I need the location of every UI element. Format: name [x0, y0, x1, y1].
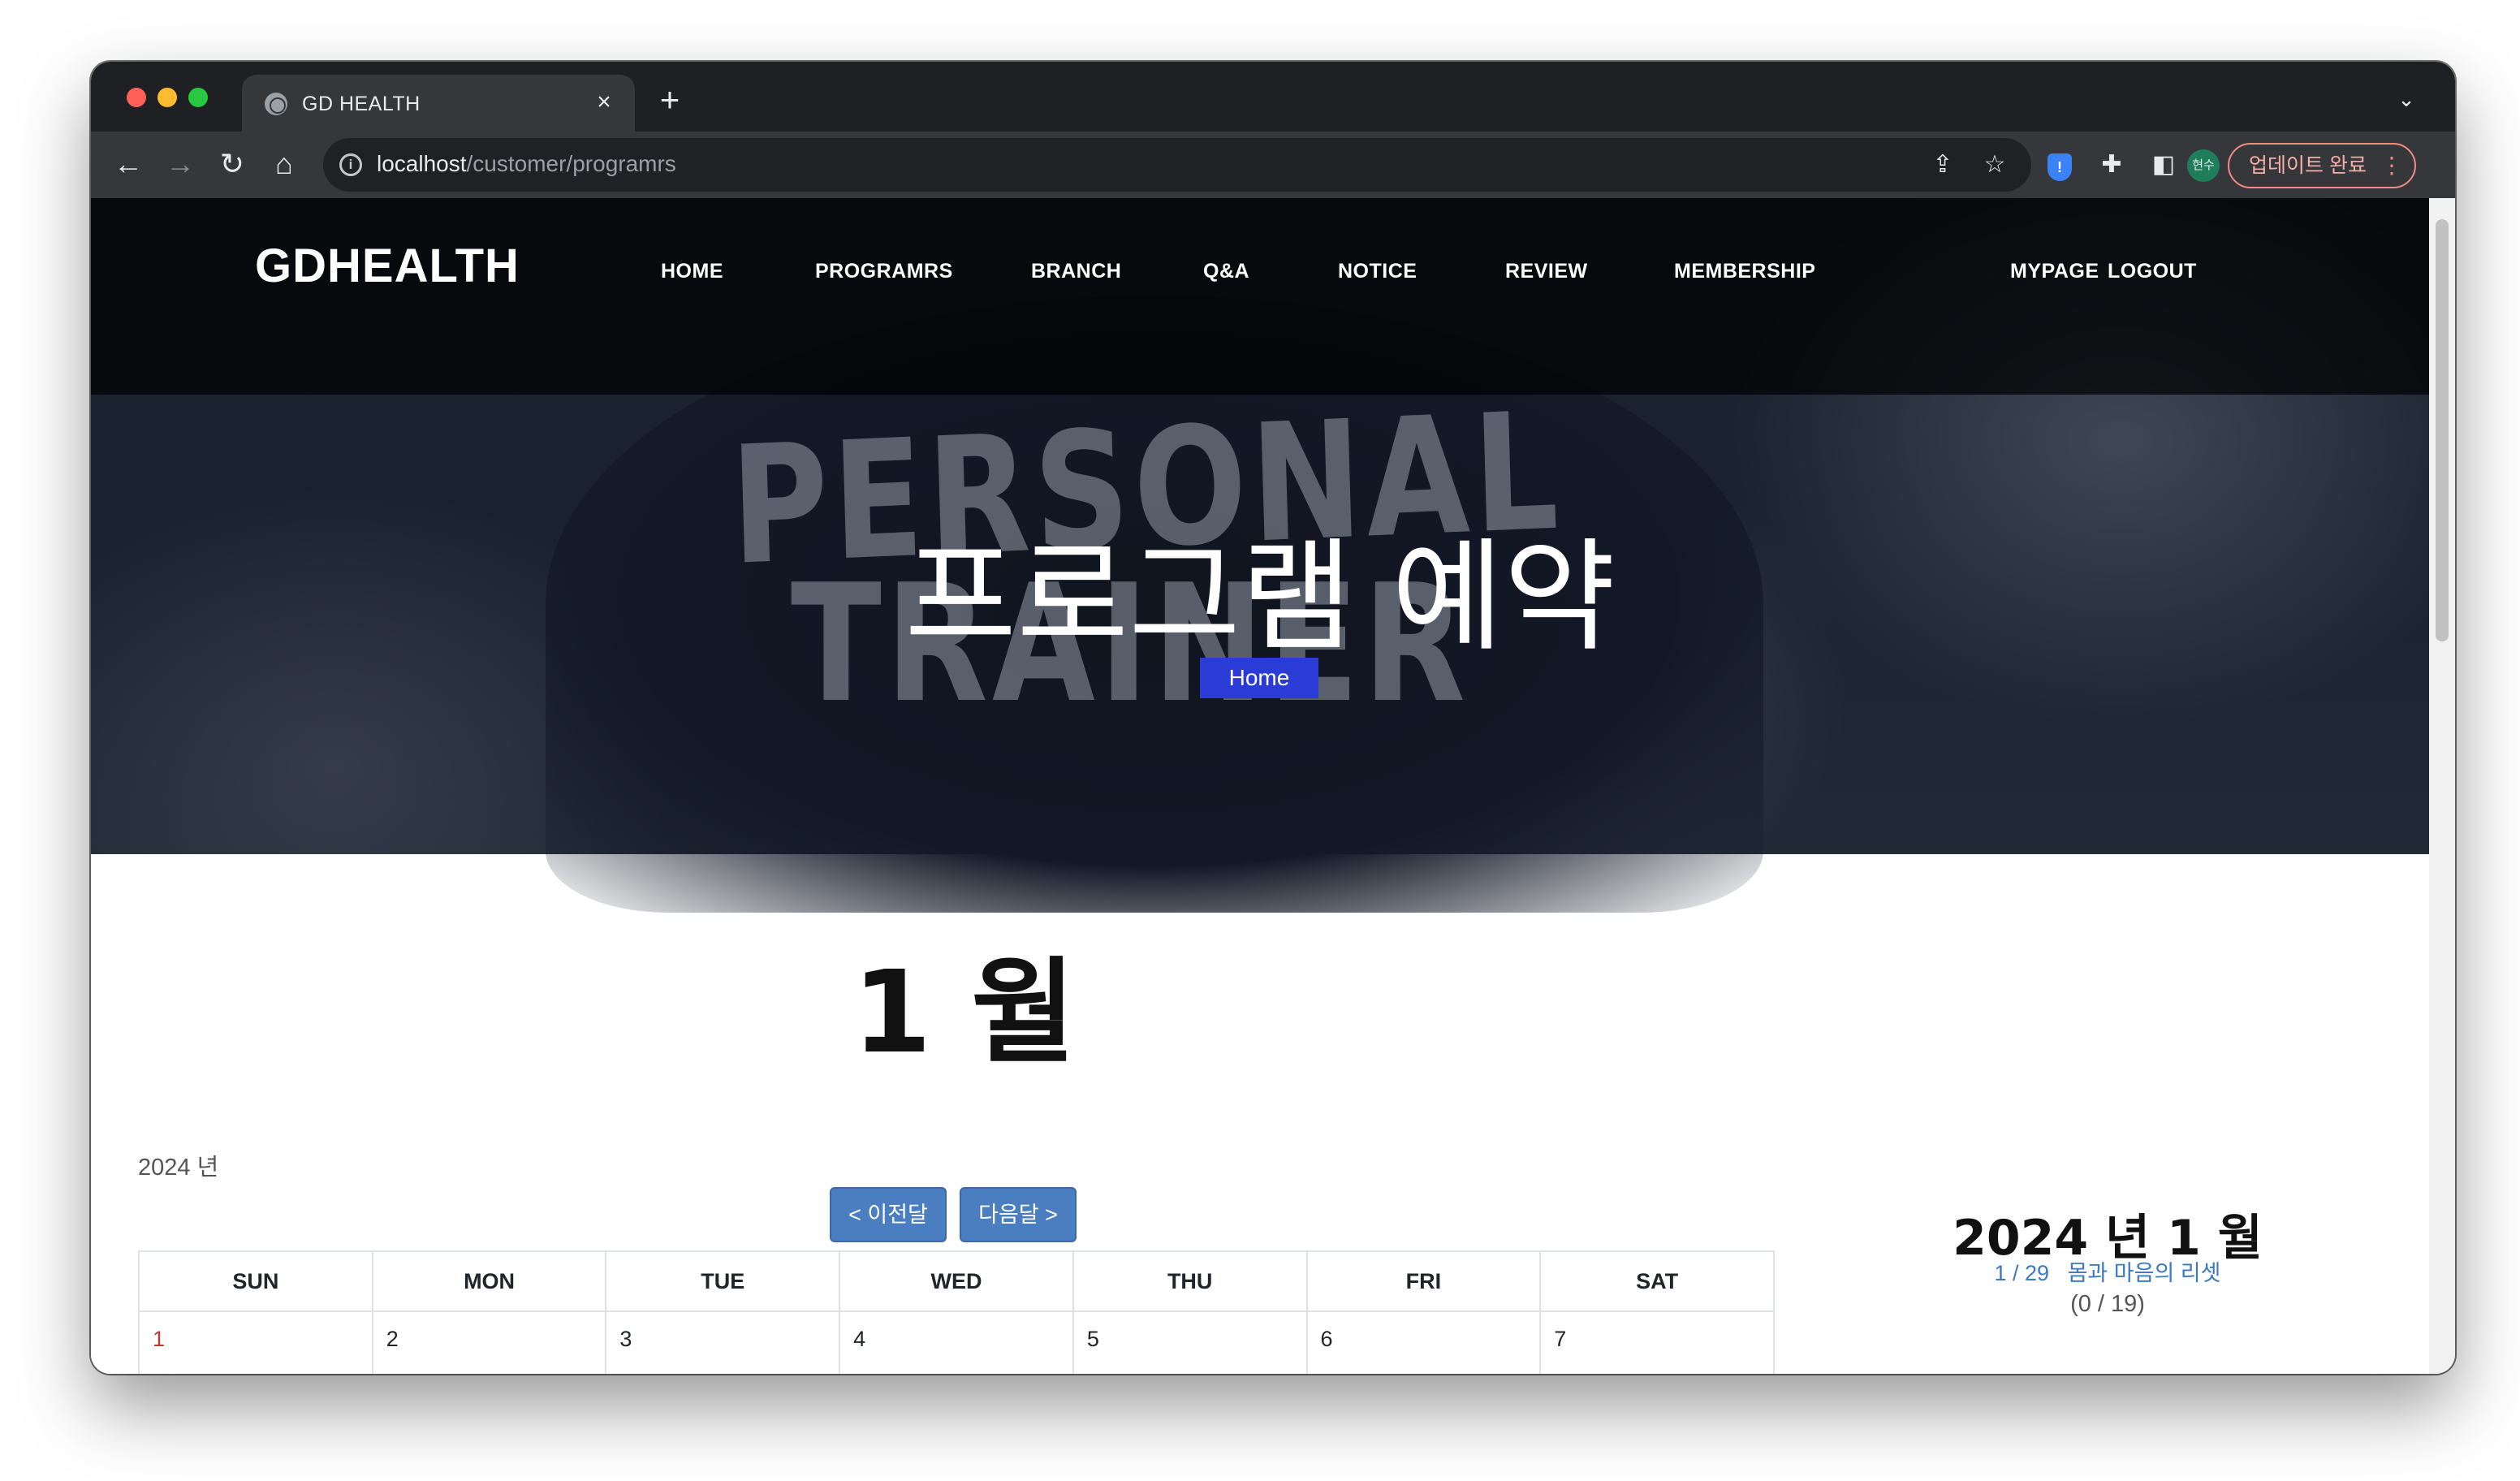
site-logo[interactable]: GDHEALTH — [255, 239, 520, 293]
calendar-day[interactable]: 3 — [605, 1310, 841, 1374]
hero-banner: PERSONAL TRAINER GDHEALTH HOME PROGRAMRS… — [91, 198, 2429, 913]
calendar-week-row: 1 2 3 4 5 6 7 — [138, 1310, 1775, 1374]
weekday-thu: THU — [1072, 1250, 1308, 1312]
calendar-day[interactable]: 1 — [138, 1310, 373, 1374]
reload-icon[interactable]: ↻ — [211, 143, 253, 185]
weekday-wed: WED — [839, 1250, 1074, 1312]
shield-extension-icon[interactable]: ! — [2043, 148, 2077, 182]
nav-programs[interactable]: PROGRAMRS — [815, 260, 953, 283]
close-icon[interactable]: × — [588, 86, 620, 119]
side-event-count: (0 / 19) — [2070, 1291, 2145, 1317]
nav-review[interactable]: REVIEW — [1505, 260, 1588, 283]
address-bar[interactable]: i localhost/customer/programrs ⇪ ☆ — [323, 138, 2031, 192]
tab-strip: GD HEALTH × + ⌄ — [91, 62, 2455, 132]
calendar-day[interactable]: 2 — [371, 1310, 607, 1374]
page-scrollbar[interactable] — [2429, 198, 2455, 1374]
weekday-mon: MON — [371, 1250, 607, 1312]
weekday-sun: SUN — [138, 1250, 373, 1312]
side-event-date: 1 / 29 — [1994, 1261, 2050, 1285]
weekday-sat: SAT — [1539, 1250, 1775, 1312]
year-label: 2024 년 — [138, 1155, 219, 1181]
back-arrow-icon[interactable]: ← — [107, 143, 149, 185]
scrollbar-thumb[interactable] — [2436, 219, 2449, 641]
update-label: 업데이트 완료 — [2249, 154, 2367, 177]
info-icon[interactable]: i — [339, 153, 362, 176]
weekday-tue: TUE — [605, 1250, 841, 1312]
profile-avatar[interactable]: 현수 — [2187, 149, 2220, 182]
nav-mypage[interactable]: MYPAGE — [2010, 260, 2099, 283]
weekday-fri: FRI — [1305, 1250, 1542, 1312]
month-heading: 1 월 — [852, 947, 1076, 1079]
update-button[interactable]: 업데이트 완료 ⋮ — [2228, 143, 2416, 188]
breadcrumb-home[interactable]: Home — [1200, 658, 1318, 698]
side-event-link[interactable]: 1 / 29 몸과 마음의 리셋 — [1945, 1255, 2270, 1287]
side-event-name: 몸과 마음의 리셋 — [2067, 1261, 2221, 1285]
site-navbar: GDHEALTH HOME PROGRAMRS BRANCH Q&A NOTIC… — [91, 198, 2429, 395]
next-month-button[interactable]: 다음달 > — [960, 1187, 1077, 1242]
weekday-header-row: SUN MON TUE WED THU FRI SAT — [138, 1250, 1775, 1312]
star-icon[interactable]: ☆ — [1978, 148, 2012, 182]
calendar-day[interactable]: 4 — [839, 1310, 1074, 1374]
browser-window: GD HEALTH × + ⌄ ← → ↻ ⌂ i localhost/cust… — [91, 62, 2455, 1374]
share-icon[interactable]: ⇪ — [1926, 148, 1960, 182]
kebab-menu-icon[interactable]: ⋮ — [2380, 145, 2403, 187]
puzzle-icon[interactable]: ✚ — [2095, 148, 2129, 182]
calendar-day[interactable]: 6 — [1305, 1310, 1542, 1374]
close-window-button[interactable] — [127, 88, 146, 107]
prev-month-button[interactable]: < 이전달 — [830, 1187, 947, 1242]
sidebar-icon[interactable]: ◧ — [2147, 148, 2181, 182]
url-path: /customer/programrs — [466, 151, 676, 176]
page-viewport: PERSONAL TRAINER GDHEALTH HOME PROGRAMRS… — [91, 198, 2429, 1374]
forward-arrow-icon[interactable]: → — [159, 143, 201, 185]
tab-title: GD HEALTH — [302, 93, 421, 115]
minimize-window-button[interactable] — [158, 88, 177, 107]
plus-icon[interactable]: + — [651, 81, 688, 119]
url-text[interactable]: localhost/customer/programrs — [377, 151, 676, 177]
nav-branch[interactable]: BRANCH — [1031, 260, 1121, 283]
calendar-day[interactable]: 5 — [1072, 1310, 1308, 1374]
nav-notice[interactable]: NOTICE — [1338, 260, 1417, 283]
page-title: 프로그램 예약 — [904, 527, 1616, 668]
globe-icon — [265, 93, 287, 115]
nav-home[interactable]: HOME — [661, 260, 723, 283]
calendar-day[interactable]: 7 — [1539, 1310, 1775, 1374]
chevron-down-icon[interactable]: ⌄ — [2390, 84, 2423, 114]
browser-toolbar: ← → ↻ ⌂ i localhost/customer/programrs ⇪… — [91, 132, 2455, 198]
calendar-table: SUN MON TUE WED THU FRI SAT 1 2 3 4 5 6 — [138, 1250, 1775, 1374]
url-host: localhost — [377, 151, 467, 176]
maximize-window-button[interactable] — [188, 88, 208, 107]
nav-qa[interactable]: Q&A — [1203, 260, 1249, 283]
browser-tab[interactable]: GD HEALTH × — [242, 75, 635, 132]
nav-logout[interactable]: LOGOUT — [2108, 260, 2197, 283]
nav-membership[interactable]: MEMBERSHIP — [1674, 260, 1815, 283]
home-icon[interactable]: ⌂ — [263, 143, 305, 185]
